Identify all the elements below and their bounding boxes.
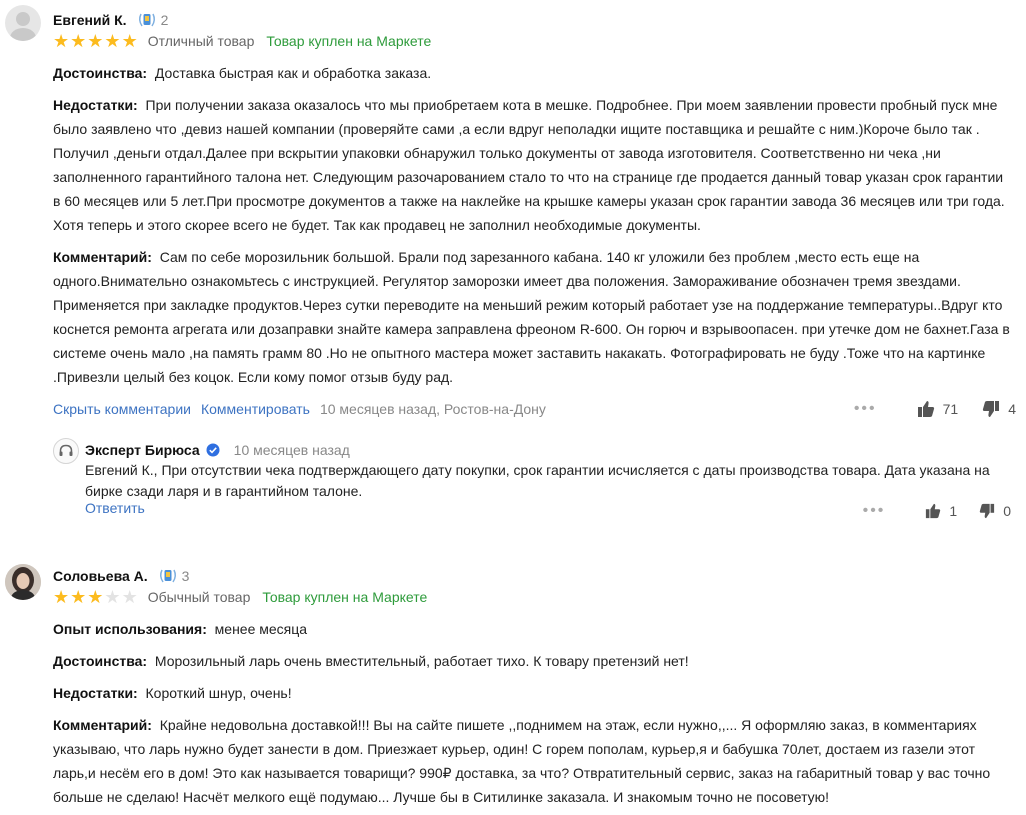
star-empty-icon: ★ — [121, 587, 138, 607]
like-button[interactable]: 71 — [917, 400, 959, 418]
expert-reply: Эксперт Бирюса 10 месяцев назад Евгений … — [53, 438, 1013, 522]
purchase-badge: Товар куплен на Маркете — [266, 33, 432, 49]
avatar[interactable] — [5, 5, 41, 41]
star-icon: ★ — [121, 31, 138, 51]
default-user-icon — [10, 12, 36, 41]
cons-text-line: заполненного гарантийного талона нет. Сл… — [53, 169, 1004, 185]
thumbs-down-icon — [979, 503, 995, 519]
rating-line: ★ ★ ★ ★ ★ Обычный товар Товар куплен на … — [53, 586, 427, 608]
thumbs-up-icon — [917, 401, 934, 417]
more-options-icon[interactable]: ••• — [863, 502, 886, 520]
answer-link[interactable]: Ответить — [85, 500, 145, 516]
laurel-badge-icon — [138, 13, 155, 27]
cons-label: Недостатки: — [53, 685, 138, 701]
review-actions: Скрыть комментарии Комментировать 10 мес… — [53, 398, 1016, 420]
rating-verdict: Отличный товар — [147, 33, 255, 49]
reply-vote-tools: ••• 1 0 — [863, 502, 1011, 520]
pros-text: Морозильный ларь очень вместительный, ра… — [154, 653, 689, 669]
user-photo-icon — [5, 564, 41, 600]
cons-text-line: было заявлено что ,девиз нашей компании … — [53, 121, 980, 137]
pros-section: Достоинства: Доставка быстрая как и обра… — [53, 61, 1018, 85]
comment-label: Комментарий: — [53, 717, 152, 733]
reply-text: Евгений К., При отсутствии чека подтверж… — [85, 460, 1015, 502]
author-line: Евгений К. 2 — [53, 9, 168, 31]
vote-tools: ••• 71 4 — [854, 400, 1016, 418]
expert-name[interactable]: Эксперт Бирюса — [85, 442, 200, 458]
comment-label: Комментарий: — [53, 249, 152, 265]
expert-head: Эксперт Бирюса 10 месяцев назад — [85, 438, 350, 462]
cons-text-line: Хотя теперь и этого скорее всего не буде… — [53, 217, 701, 233]
review-date-location: 10 месяцев назад, Ростов-на-Дону — [319, 401, 546, 417]
star-rating: ★ ★ ★ ★ ★ — [53, 588, 138, 606]
like-button[interactable]: 1 — [925, 503, 957, 519]
reviewer-level: 3 — [181, 568, 190, 584]
thumbs-down-icon — [983, 401, 1000, 417]
comment-section: Комментарий: Крайне недовольна доставкой… — [53, 713, 1018, 809]
pros-section: Достоинства: Морозильный ларь очень вмес… — [53, 649, 1018, 673]
review-card: Соловьева А. 3 ★ ★ ★ ★ ★ Обычный товар Т… — [0, 560, 1026, 815]
thumbs-up-icon — [926, 503, 941, 519]
reviewer-level: 2 — [160, 12, 169, 28]
star-empty-icon: ★ — [104, 587, 121, 607]
reply-date: 10 месяцев назад — [233, 442, 350, 458]
star-icon: ★ — [70, 31, 87, 51]
reply-text-line: бирке сзади ларя и в гарантийном талоне. — [85, 483, 363, 499]
comment-text-line: указываю, что ларь нужно будет занести в… — [53, 741, 975, 757]
star-icon: ★ — [87, 587, 104, 607]
comment-text-line: одного.Внимательно ознакомьтесь с инстру… — [53, 273, 961, 289]
like-count: 71 — [942, 401, 959, 417]
cons-text-line: Получил ,деньги отдал.Далее при вскрытии… — [53, 145, 941, 161]
headset-icon — [59, 444, 73, 456]
star-icon: ★ — [53, 31, 70, 51]
verified-icon — [206, 443, 220, 457]
star-icon: ★ — [70, 587, 87, 607]
pros-label: Достоинства: — [53, 65, 148, 81]
cons-section: Недостатки: При получении заказа оказало… — [53, 93, 1018, 237]
hide-comments-link[interactable]: Скрыть комментарии — [53, 401, 191, 417]
comment-text-line: больше не сделаю! Насчёт мелкого ещё под… — [53, 789, 830, 805]
star-rating: ★ ★ ★ ★ ★ — [53, 32, 138, 50]
star-icon: ★ — [104, 31, 121, 51]
author-name[interactable]: Соловьева А. — [53, 568, 148, 584]
cons-text: Короткий шнур, очень! — [145, 685, 292, 701]
cons-text-line: в 60 месяцев или 5 лет.При просмотре док… — [53, 193, 1005, 209]
comment-text-line: Крайне недовольна доставкой!!! Вы на сай… — [159, 717, 977, 733]
comment-text-line: .Привезли целый без коцок. Если кому пом… — [53, 369, 454, 385]
comment-text-line: Применяется при закладке продуктов.Через… — [53, 297, 1003, 313]
cons-text-line: При получении заказа оказалось что мы пр… — [145, 97, 998, 113]
star-icon: ★ — [87, 31, 104, 51]
dislike-count: 0 — [1003, 503, 1011, 519]
rating-verdict: Обычный товар — [147, 589, 251, 605]
rating-line: ★ ★ ★ ★ ★ Отличный товар Товар куплен на… — [53, 30, 431, 52]
comment-link[interactable]: Комментировать — [201, 401, 310, 417]
pros-label: Достоинства: — [53, 653, 148, 669]
author-name[interactable]: Евгений К. — [53, 12, 127, 28]
star-icon: ★ — [53, 587, 70, 607]
cons-section: Недостатки: Короткий шнур, очень! — [53, 681, 1018, 705]
like-count: 1 — [949, 503, 958, 519]
avatar[interactable] — [5, 564, 41, 600]
comment-text-line: коснется ремонта агрегата или дозаправки… — [53, 321, 1010, 337]
dislike-count: 4 — [1008, 401, 1016, 417]
review-card: Евгений К. 2 ★ ★ ★ ★ ★ Отличный товар То… — [0, 0, 1026, 540]
dislike-button[interactable]: 0 — [979, 503, 1011, 519]
comment-section: Комментарий: Сам по себе морозильник бол… — [53, 245, 1018, 389]
reviewer-level-badge: 2 — [137, 10, 169, 30]
author-line: Соловьева А. 3 — [53, 565, 189, 587]
comment-text-line: Сам по себе морозильник большой. Брали п… — [159, 249, 920, 265]
cons-label: Недостатки: — [53, 97, 138, 113]
reviewer-level-badge: 3 — [158, 566, 190, 586]
comment-text-line: системе очень мало ,на память грамм 80 .… — [53, 345, 986, 361]
usage-label: Опыт использования: — [53, 621, 207, 637]
purchase-badge: Товар куплен на Маркете — [262, 589, 428, 605]
usage-section: Опыт использования: менее месяца — [53, 617, 1018, 641]
expert-avatar[interactable] — [53, 438, 79, 464]
pros-text: Доставка быстрая как и обработка заказа. — [154, 65, 432, 81]
laurel-badge-icon — [159, 569, 176, 583]
usage-text: менее месяца — [214, 621, 308, 637]
comment-text-line: ларь,и несём его в дом! Это как называет… — [53, 765, 991, 781]
reply-text-line: Евгений К., При отсутствии чека подтверж… — [85, 462, 990, 478]
dislike-button[interactable]: 4 — [982, 400, 1016, 418]
more-options-icon[interactable]: ••• — [854, 400, 877, 418]
